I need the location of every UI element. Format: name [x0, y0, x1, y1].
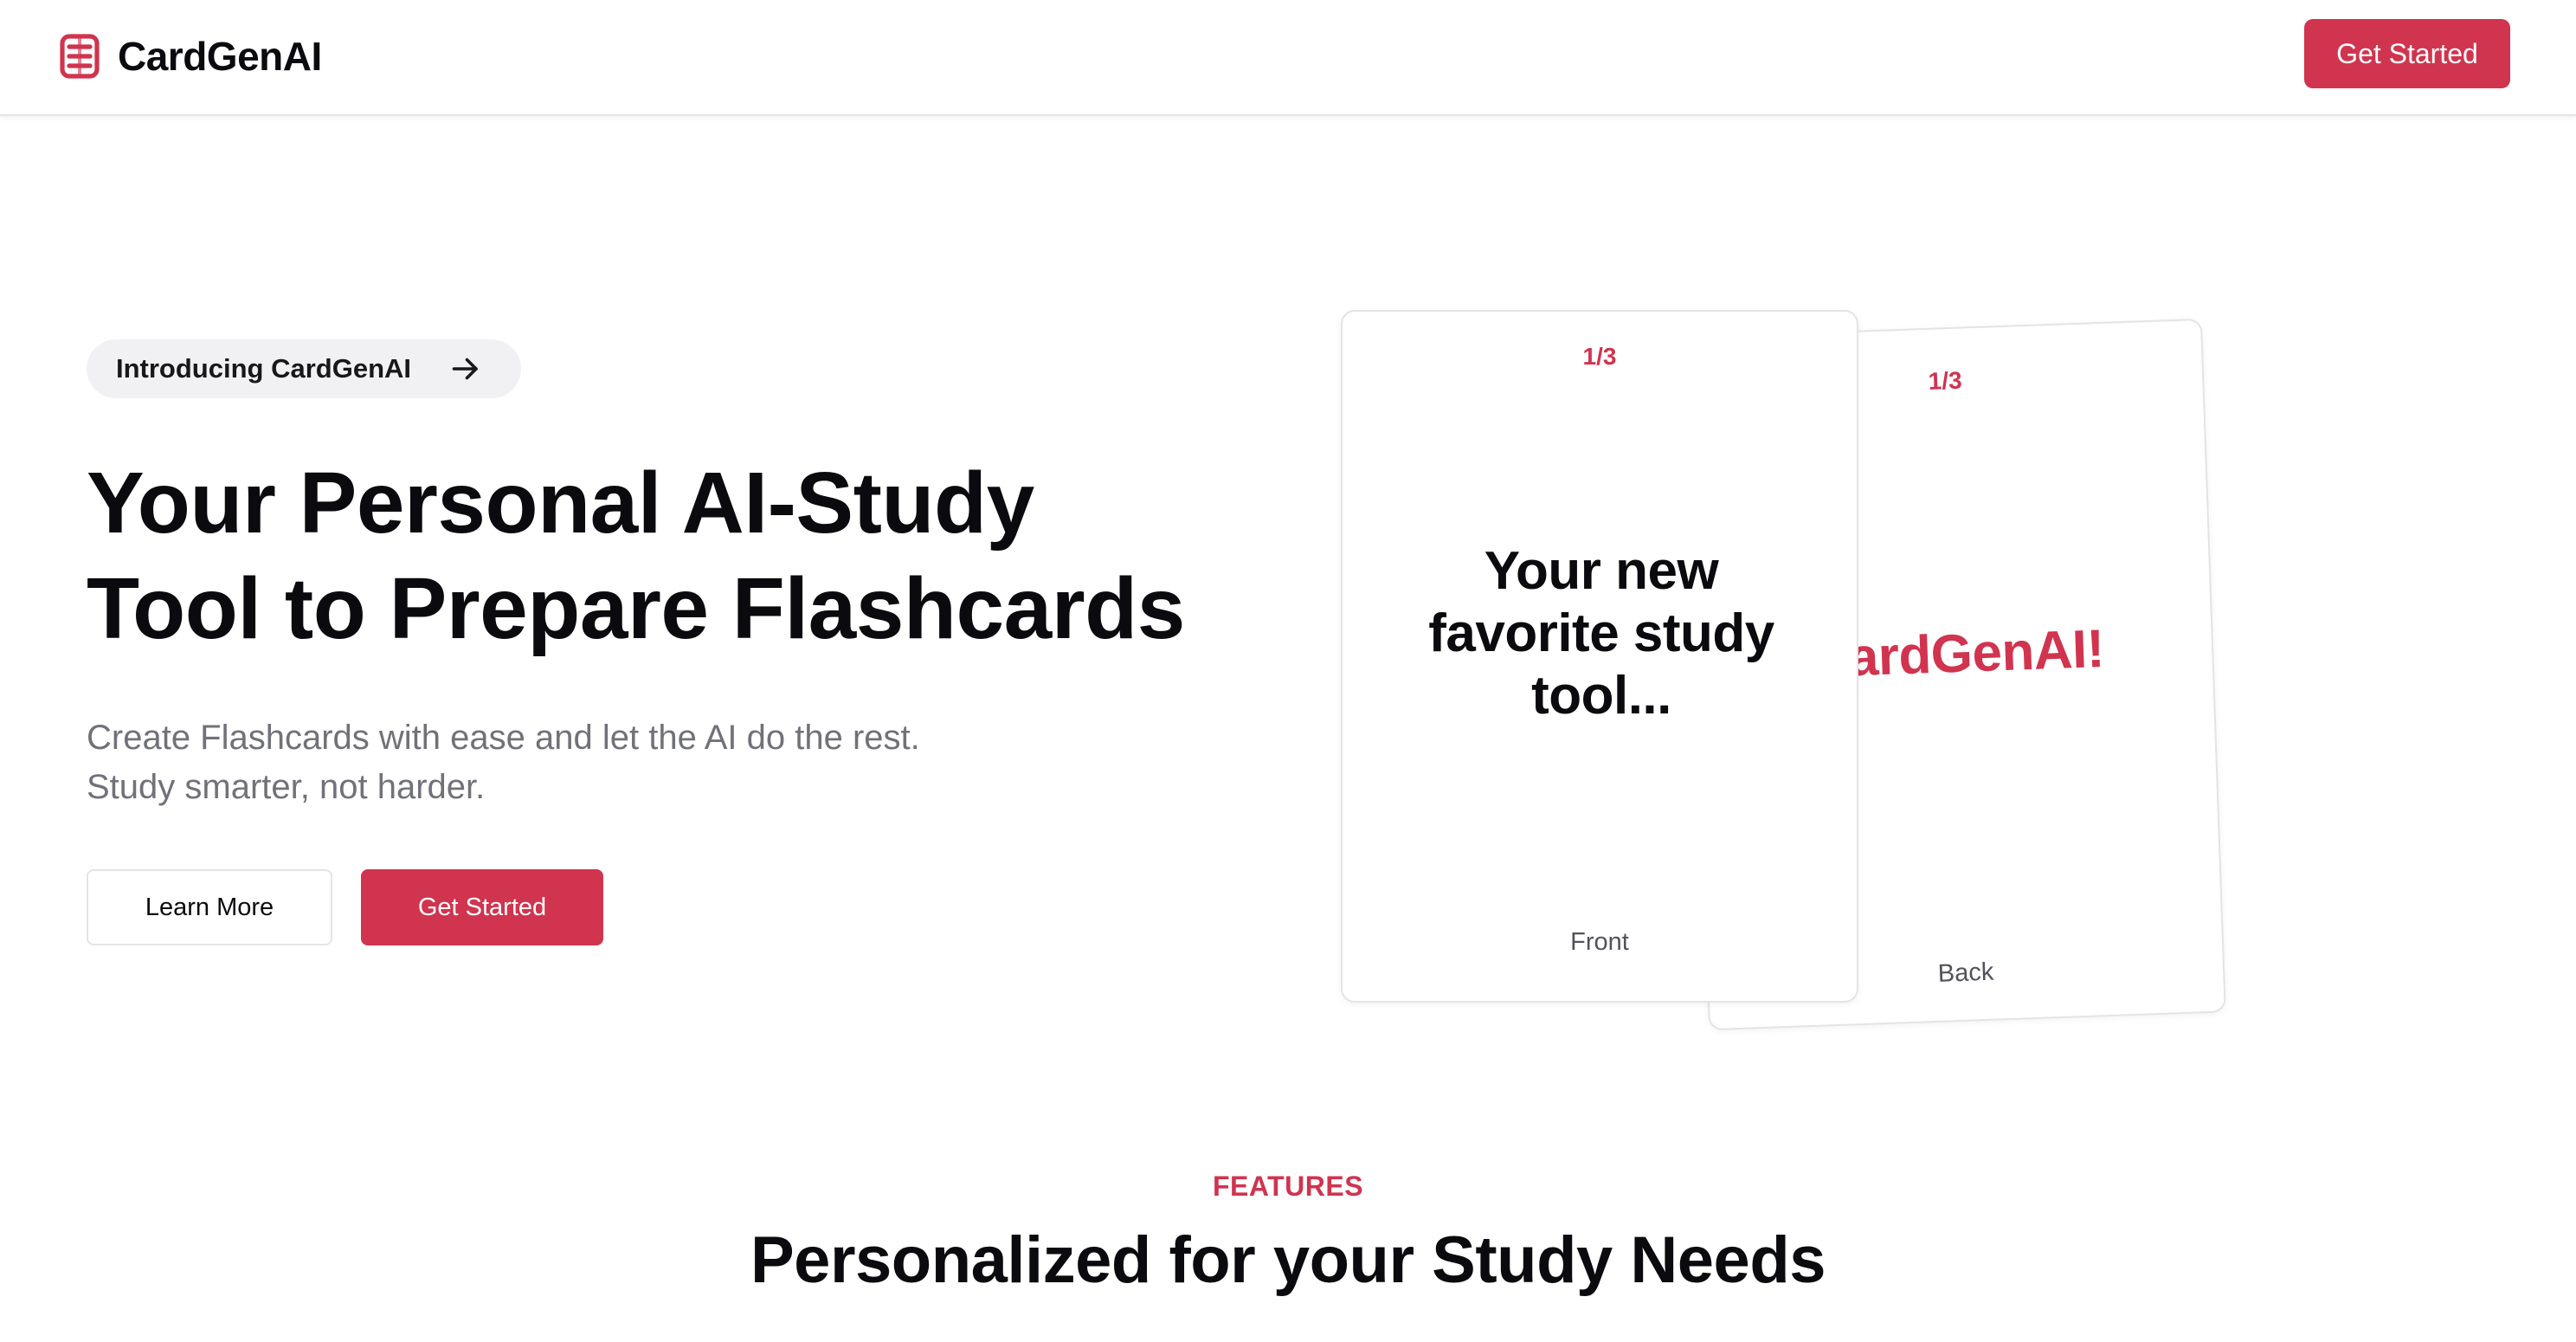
- top-navbar: CardGenAI Get Started: [0, 0, 2576, 116]
- brand-name: CardGenAI: [118, 34, 322, 79]
- flashcard-preview: 1/3 CardGenAI! Back 1/3 Your new favorit…: [0, 0, 2576, 1342]
- hero-title: Your Personal AI-Study Tool to Prepare F…: [87, 450, 1229, 661]
- features-title: Personalized for your Study Needs: [750, 1223, 1826, 1297]
- introducing-pill-link[interactable]: Introducing CardGenAI: [87, 339, 521, 398]
- card-front-counter: 1/3: [1582, 343, 1617, 370]
- card-front-label: Front: [1570, 928, 1629, 956]
- pill-label: Introducing CardGenAI: [116, 353, 411, 384]
- hero-title-line-2: Tool to Prepare Flashcards: [87, 560, 1185, 657]
- hero-get-started-button[interactable]: Get Started: [361, 869, 603, 945]
- arrow-right-icon: [452, 358, 478, 380]
- learn-more-button[interactable]: Learn More: [87, 869, 332, 945]
- header-get-started-button[interactable]: Get Started: [2304, 19, 2510, 88]
- brand-logo-link[interactable]: CardGenAI: [59, 29, 322, 83]
- hero-subtitle-line-1: Create Flashcards with ease and let the …: [87, 719, 920, 757]
- cards-stack-icon: [60, 34, 100, 79]
- card-front-text: Your new favorite study tool...: [1428, 541, 1774, 726]
- hero-subtitle-line-2: Study smarter, not harder.: [87, 768, 486, 806]
- hero-subtitle: Create Flashcards with ease and let the …: [87, 713, 1039, 812]
- flashcard-front[interactable]: 1/3 Your new favorite study tool... Fron…: [1341, 310, 1858, 1003]
- features-eyebrow: FEATURES: [1212, 1171, 1364, 1202]
- hero-title-line-1: Your Personal AI-Study: [87, 455, 1034, 552]
